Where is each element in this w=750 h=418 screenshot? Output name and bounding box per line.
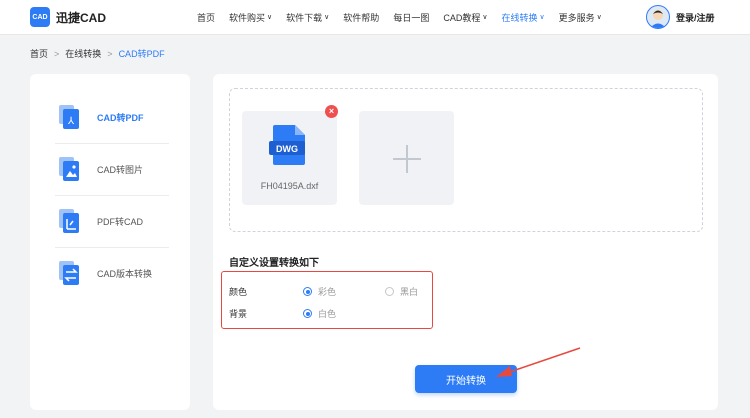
annotation-arrow-icon — [496, 347, 581, 377]
